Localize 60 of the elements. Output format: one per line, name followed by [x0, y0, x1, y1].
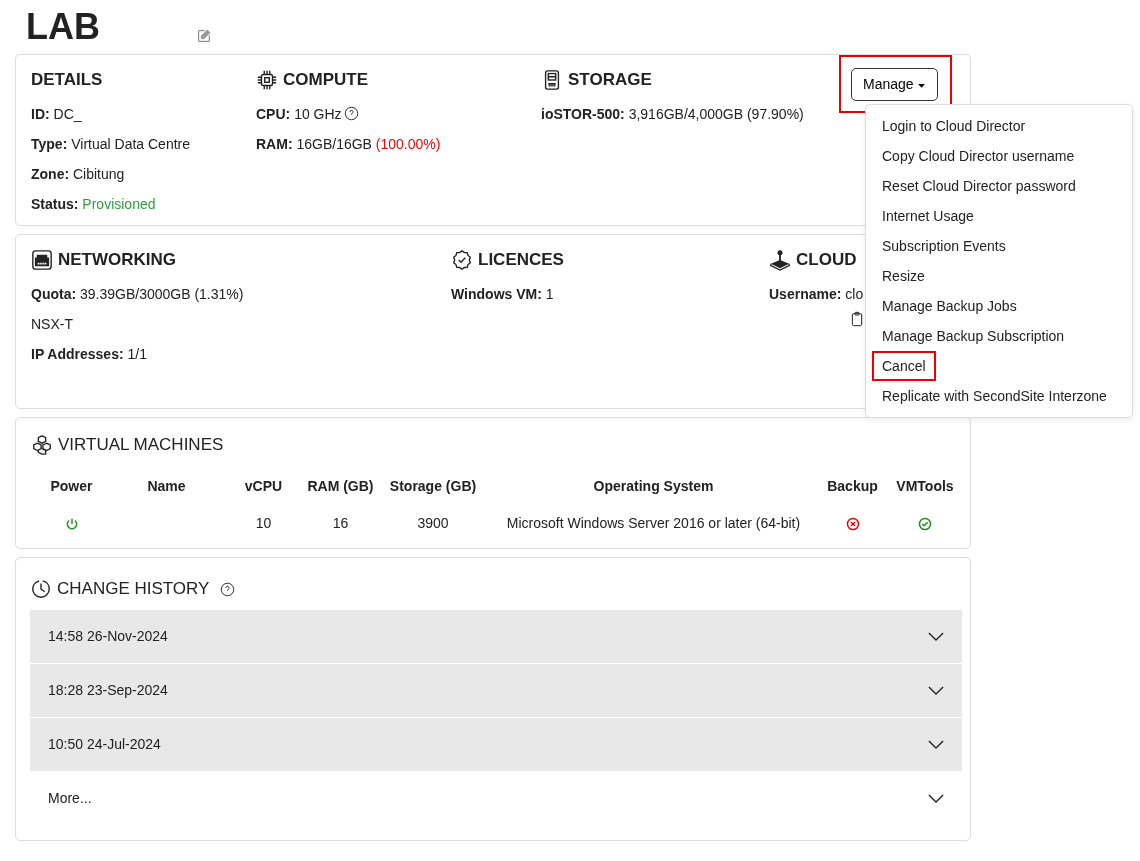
field-text: CPU: 10 GHz: [256, 106, 342, 122]
field-text: Windows VM: 1: [451, 286, 554, 302]
row-label: 10:50 24-Jul-2024: [48, 735, 161, 754]
clock-icon: [30, 578, 52, 600]
joystick-icon: [769, 249, 791, 271]
field-text: ioSTOR-500: 3,916GB/4,000GB (97.90%): [541, 106, 804, 122]
menu-item[interactable]: Manage Backup Subscription: [866, 321, 1132, 351]
history-row[interactable]: 10:50 24-Jul-2024: [30, 718, 962, 771]
section-heading: CHANGE HISTORY: [57, 578, 210, 601]
column-header: RAM (GB): [306, 477, 375, 496]
section-heading: DETAILS: [31, 69, 103, 92]
edit-icon[interactable]: [196, 28, 212, 44]
row-label: More...: [48, 789, 92, 808]
more-row[interactable]: More...: [30, 772, 962, 825]
section-heading: VIRTUAL MACHINES: [58, 434, 224, 457]
table-cell: 16: [332, 515, 349, 531]
section-heading: LICENCES: [478, 249, 564, 272]
field-text: ID: DC_: [31, 106, 82, 122]
menu-item[interactable]: Subscription Events: [866, 231, 1132, 261]
field-text: RAM: 16GB/16GB (100.00%): [256, 136, 441, 152]
cubes-icon: [31, 434, 53, 456]
section-heading: NETWORKING: [58, 249, 177, 272]
table-cell: Microsoft Windows Server 2016 or later (64-bit): [506, 515, 801, 531]
menu-item[interactable]: Reset Cloud Director password: [866, 171, 1132, 201]
menu-item[interactable]: Copy Cloud Director username: [866, 141, 1132, 171]
column-header: Operating System: [592, 477, 715, 496]
table-cell: 10: [255, 515, 272, 531]
column-header: vCPU: [243, 477, 284, 496]
history-row[interactable]: 18:28 23-Sep-2024: [30, 664, 962, 717]
field-text: Quota: 39.39GB/3000GB (1.31%): [31, 286, 244, 302]
section-heading: COMPUTE: [283, 69, 368, 92]
menu-item[interactable]: Manage Backup Jobs: [866, 291, 1132, 321]
manage-dropdown-button[interactable]: Manage: [851, 68, 939, 101]
menu-item[interactable]: Login to Cloud Director: [866, 111, 1132, 141]
history-row[interactable]: 14:58 26-Nov-2024: [30, 610, 962, 663]
check-badge-icon: [451, 249, 473, 271]
section-heading: STORAGE: [568, 69, 652, 92]
column-header: Power: [49, 477, 94, 496]
table-cell: 3900: [417, 515, 449, 531]
menu-item[interactable]: Resize: [866, 261, 1132, 291]
field-text: NSX-T: [31, 316, 73, 332]
ethernet-port-icon: [31, 249, 53, 271]
chip-icon: [256, 69, 278, 91]
page-title: LAB: [26, 5, 100, 49]
field-text: Zone: Cibitung: [31, 166, 125, 182]
column-header: Name: [146, 477, 187, 496]
clipboard-icon[interactable]: [849, 311, 865, 327]
column-header: VMTools: [895, 477, 955, 496]
field-text: Type: Virtual Data Centre: [31, 136, 190, 152]
column-header: Storage (GB): [388, 477, 478, 496]
menu-item[interactable]: Internet Usage: [866, 201, 1132, 231]
menu-item[interactable]: Replicate with SecondSite Interzone: [866, 381, 1132, 411]
row-label: 18:28 23-Sep-2024: [48, 681, 168, 700]
field-text: Username: clo: [769, 286, 864, 302]
menu-item[interactable]: Cancel: [872, 351, 936, 381]
section-heading: CLOUD: [796, 249, 857, 272]
column-header: Backup: [826, 477, 879, 496]
field-text: Status: Provisioned: [31, 196, 156, 212]
field-text: IP Addresses: 1/1: [31, 346, 147, 362]
row-label: 14:58 26-Nov-2024: [48, 627, 168, 646]
